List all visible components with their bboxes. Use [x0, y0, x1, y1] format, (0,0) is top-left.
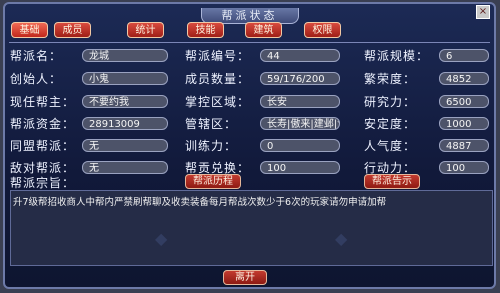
- tab-divider: [9, 42, 490, 43]
- controlled-area-field: 长安: [260, 95, 340, 108]
- ally-guild-field: 无: [82, 139, 168, 152]
- popularity-label: 人气度：: [364, 139, 417, 153]
- controlled-area-label: 掌控区域：: [185, 95, 251, 109]
- guild-status-window: 帮派状态 × 基础 成员 统计 技能 建筑 权限 帮派名： 龙城 创始人： 小鬼…: [3, 2, 496, 289]
- leave-button[interactable]: 离开: [223, 270, 267, 285]
- current-leader-field: 不要约我: [82, 95, 168, 108]
- guild-scale-field: 6: [439, 49, 489, 62]
- tab-permissions[interactable]: 权限: [304, 22, 341, 38]
- tab-basic[interactable]: 基础: [11, 22, 48, 38]
- guild-notice-button[interactable]: 帮派告示: [364, 174, 420, 189]
- tab-statistics[interactable]: 统计: [127, 22, 164, 38]
- tab-buildings[interactable]: 建筑: [245, 22, 282, 38]
- tab-skills[interactable]: 技能: [187, 22, 224, 38]
- contribution-exchange-field: 100: [260, 161, 340, 174]
- tab-members[interactable]: 成员: [54, 22, 91, 38]
- stability-field: 1000: [439, 117, 489, 130]
- action-power-field: 100: [439, 161, 489, 174]
- training-label: 训练力：: [185, 139, 238, 153]
- enemy-guild-field: 无: [82, 161, 168, 174]
- watermark-icon: ◆: [155, 229, 168, 248]
- member-count-label: 成员数量：: [185, 72, 251, 86]
- prosperity-label: 繁荣度：: [364, 72, 417, 86]
- guild-id-label: 帮派编号：: [185, 49, 251, 63]
- member-count-field: 59/176/200: [260, 72, 340, 85]
- founder-field: 小鬼: [82, 72, 168, 85]
- guild-name-field: 龙城: [82, 49, 168, 62]
- guild-purpose-label: 帮派宗旨：: [10, 176, 76, 190]
- guild-scale-label: 帮派规模：: [364, 49, 430, 63]
- guild-purpose-text: 升7级帮招收商人中帮内严禁刷帮聊及收卖装备每月帮战次数少于6次的玩家请勿申请加帮: [13, 197, 387, 208]
- founder-label: 创始人：: [10, 72, 63, 86]
- current-leader-label: 现任帮主：: [10, 95, 76, 109]
- guild-name-label: 帮派名：: [10, 49, 63, 63]
- guild-history-button[interactable]: 帮派历程: [185, 174, 241, 189]
- stability-label: 安定度：: [364, 117, 417, 131]
- watermark-icon: ◆: [335, 229, 348, 248]
- ally-guild-label: 同盟帮派：: [10, 139, 76, 153]
- guild-funds-field: 28913009: [82, 117, 168, 130]
- jurisdiction-field: 长寿|傲来|建邺|江南: [260, 117, 340, 130]
- guild-funds-label: 帮派资金：: [10, 117, 76, 131]
- research-label: 研究力：: [364, 95, 417, 109]
- guild-id-field: 44: [260, 49, 340, 62]
- guild-purpose-textarea[interactable]: 升7级帮招收商人中帮内严禁刷帮聊及收卖装备每月帮战次数少于6次的玩家请勿申请加帮: [10, 190, 493, 266]
- prosperity-field: 4852: [439, 72, 489, 85]
- research-field: 6500: [439, 95, 489, 108]
- jurisdiction-label: 管辖区：: [185, 117, 238, 131]
- training-field: 0: [260, 139, 340, 152]
- popularity-field: 4887: [439, 139, 489, 152]
- title-bar: 帮派状态: [5, 4, 494, 24]
- close-icon[interactable]: ×: [476, 5, 490, 19]
